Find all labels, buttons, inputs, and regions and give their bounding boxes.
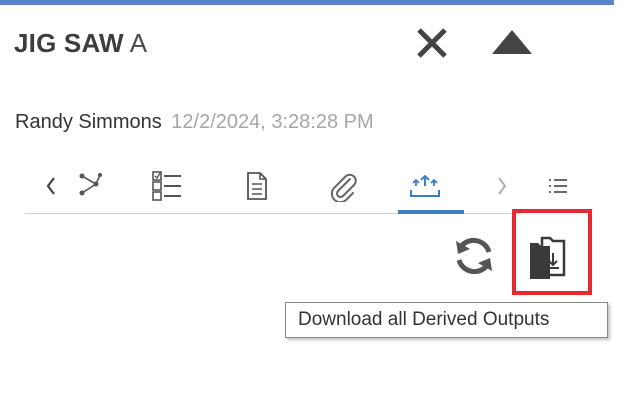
- list-icon: [549, 179, 567, 193]
- upload-output-icon: [410, 174, 440, 197]
- close-icon: [417, 28, 447, 58]
- download-all-derived-outputs-button[interactable]: [512, 209, 592, 295]
- structure-graph-icon: [79, 173, 102, 196]
- tab-documents[interactable]: [239, 160, 275, 212]
- paperclip-icon: [330, 173, 357, 202]
- refresh-icon: [456, 237, 492, 275]
- active-tab-indicator: [398, 210, 464, 214]
- top-accent-bar: [0, 0, 614, 5]
- chevron-left-icon: [46, 177, 55, 195]
- refresh-button[interactable]: [450, 234, 498, 278]
- collapse-button[interactable]: [490, 28, 534, 58]
- tab-attachments[interactable]: [323, 160, 363, 212]
- item-title: JIG SAW A: [14, 28, 147, 59]
- tooltip-text: Download all Derived Outputs: [298, 309, 550, 330]
- modified-timestamp: 12/2/2024, 3:28:28 PM: [171, 111, 374, 133]
- tab-structure[interactable]: [73, 160, 109, 212]
- tab-checklist[interactable]: [149, 160, 185, 212]
- checklist-icon: [152, 171, 181, 201]
- item-name: JIG SAW: [14, 28, 124, 58]
- triangle-up-icon: [492, 30, 532, 54]
- tooltip: Download all Derived Outputs: [285, 302, 608, 338]
- tab-scroll-left[interactable]: [39, 160, 63, 212]
- author-info: Randy Simmons 12/2/2024, 3:28:28 PM: [15, 111, 374, 134]
- tab-overflow-list[interactable]: [543, 160, 573, 212]
- tab-derived-outputs[interactable]: [405, 160, 445, 212]
- tab-bar: [25, 160, 600, 216]
- document-icon: [247, 172, 267, 200]
- tab-scroll-right[interactable]: [491, 160, 513, 212]
- chevron-right-icon: [498, 177, 507, 195]
- derived-outputs-panel: JIG SAW A Randy Simmons 12/2/2024, 3:28:…: [0, 0, 633, 407]
- item-revision: A: [129, 28, 148, 58]
- close-button[interactable]: [414, 28, 450, 58]
- author-name: Randy Simmons: [15, 111, 162, 133]
- download-folders-icon: [530, 236, 566, 279]
